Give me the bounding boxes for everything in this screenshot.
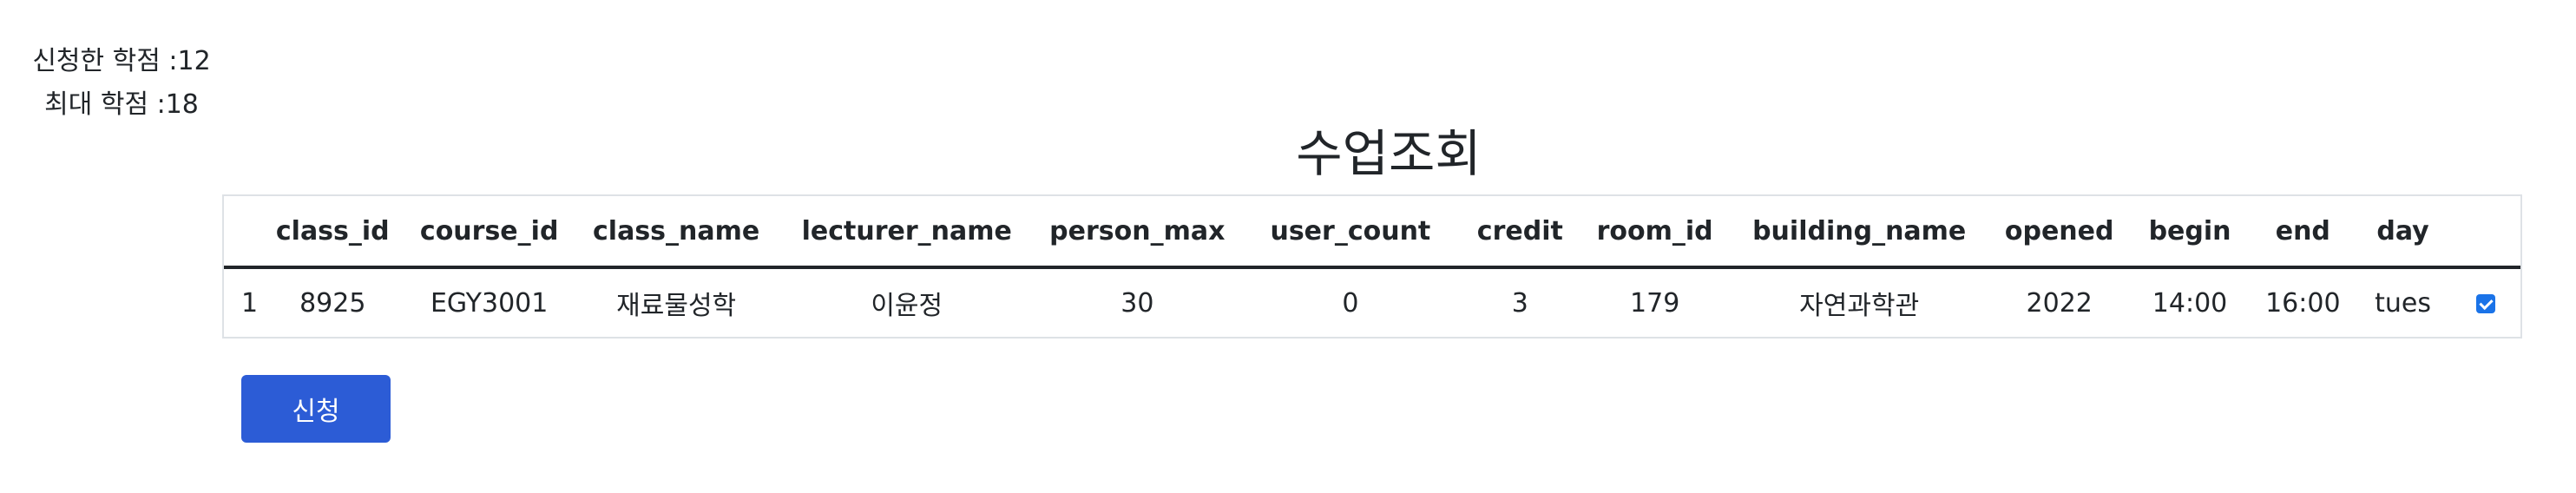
column-header-class-name: class_name [571, 196, 781, 269]
cell-select [2451, 267, 2520, 337]
class-table-container: class_id course_id class_name lecturer_n… [222, 194, 2522, 339]
row-number: 1 [241, 287, 259, 319]
column-header-user-count: user_count [1241, 196, 1460, 269]
cell-lecturer-name: 이윤정 [871, 291, 943, 321]
cell-course-id: EGY3001 [430, 287, 549, 319]
column-header-end: end [2251, 196, 2356, 269]
column-header-course-id: course_id [406, 196, 572, 269]
cell-building-name: 자연과학관 [1799, 291, 1920, 321]
cell-end: 16:00 [2265, 287, 2341, 319]
class-table: class_id course_id class_name lecturer_n… [224, 196, 2520, 337]
column-header-class-id: class_id [259, 196, 407, 269]
column-header-room-id: room_id [1580, 196, 1729, 269]
column-header-lecturer-name: lecturer_name [780, 196, 1034, 269]
cell-class-name: 재료물성학 [616, 291, 737, 321]
credit-summary: 신청한 학점 :12 최대 학점 :18 [26, 40, 217, 127]
cell-user-count: 0 [1342, 287, 1359, 319]
column-header-num [224, 196, 260, 269]
cell-begin: 14:00 [2152, 287, 2228, 319]
column-header-person-max: person_max [1033, 196, 1242, 269]
cell-opened: 2022 [2026, 287, 2093, 319]
table-row: 1 8925 EGY3001 재료물성학 이윤정 30 0 3 179 자연과학… [224, 267, 2520, 337]
cell-person-max: 30 [1120, 287, 1154, 319]
cell-room-id: 179 [1630, 287, 1680, 319]
cell-credit: 3 [1511, 287, 1528, 319]
column-header-building-name: building_name [1728, 196, 1990, 269]
column-header-credit: credit [1459, 196, 1581, 269]
cell-class-id: 8925 [299, 287, 366, 319]
column-header-opened: opened [1989, 196, 2129, 269]
column-header-select [2450, 196, 2520, 269]
cell-day: tues [2375, 287, 2432, 319]
applied-credits-text: 신청한 학점 :12 [32, 46, 211, 76]
apply-button[interactable]: 신청 [241, 375, 391, 443]
row-select-checkbox[interactable] [2475, 294, 2495, 313]
table-header-row: class_id course_id class_name lecturer_n… [224, 196, 2520, 269]
page-title: 수업조회 [1296, 124, 1482, 183]
column-header-day: day [2355, 196, 2451, 269]
column-header-begin: begin [2128, 196, 2251, 269]
